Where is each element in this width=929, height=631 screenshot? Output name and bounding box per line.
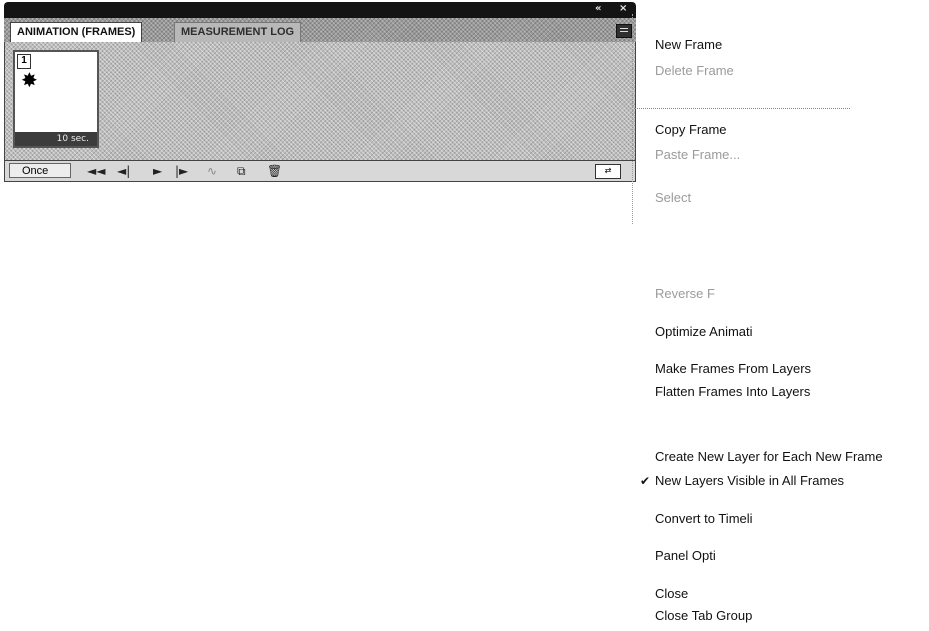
- close-icon[interactable]: ×: [619, 3, 627, 15]
- menu-item-convert-to-timeline[interactable]: Convert to Timeli: [655, 511, 753, 527]
- tab-measurement-log[interactable]: MEASUREMENT LOG: [174, 22, 302, 42]
- menu-item-delete-frame: Delete Frame: [655, 63, 734, 78]
- tab-row: ANIMATION (FRAMES) MEASUREMENT LOG: [4, 18, 636, 42]
- tween-icon[interactable]: ∿: [207, 163, 217, 179]
- first-frame-icon[interactable]: ◄◄: [87, 163, 105, 179]
- menu-item-optimize-animation[interactable]: Optimize Animati: [655, 324, 753, 340]
- menu-item-panel-options[interactable]: Panel Opti: [655, 548, 716, 564]
- menu-item-paste-frame: Paste Frame...: [655, 147, 741, 162]
- collapse-icon[interactable]: «: [595, 3, 601, 15]
- animation-controls: Once ◄◄ ◄| ► |► ∿ ⧉ 🗑 ⇄: [4, 160, 636, 182]
- menu-item-copy-frame[interactable]: Copy Frame: [655, 122, 727, 138]
- frames-area: 1 ✸ 10 sec.: [4, 42, 636, 160]
- panel-titlebar: « ×: [4, 2, 636, 18]
- menu-item-close[interactable]: Close: [655, 586, 688, 602]
- menu-separator: [634, 108, 850, 110]
- menu-item-reverse-frames: Reverse F: [655, 286, 715, 301]
- star-shape-icon: ✸: [21, 68, 38, 92]
- frame-thumbnail[interactable]: 1 ✸ 10 sec.: [13, 50, 99, 148]
- menu-item-flatten-frames-into-layers[interactable]: Flatten Frames Into Layers: [655, 384, 810, 400]
- menu-item-create-new-layer-each-frame[interactable]: Create New Layer for Each New Frame: [655, 449, 883, 465]
- menu-item-select: Select: [655, 190, 692, 205]
- menu-item-new-layers-visible[interactable]: New Layers Visible in All Frames: [655, 473, 844, 489]
- checkmark-icon: ✔: [640, 474, 651, 488]
- animation-panel: « × ANIMATION (FRAMES) MEASUREMENT LOG 1…: [4, 2, 636, 182]
- play-icon[interactable]: ►: [153, 163, 162, 179]
- delete-frame-icon[interactable]: 🗑: [267, 163, 282, 179]
- menu-item-new-frame[interactable]: New Frame: [655, 37, 722, 53]
- menu-edge-divider: [632, 14, 637, 224]
- panel-menu-button[interactable]: [616, 24, 632, 38]
- loop-options-dropdown[interactable]: Once: [9, 163, 71, 178]
- frame-number: 1: [17, 54, 31, 69]
- previous-frame-icon[interactable]: ◄|: [117, 163, 130, 179]
- frame-delay-dropdown[interactable]: 10 sec.: [15, 132, 97, 146]
- tab-animation-frames[interactable]: ANIMATION (FRAMES): [10, 22, 143, 42]
- next-frame-icon[interactable]: |►: [175, 163, 188, 179]
- menu-item-make-frames-from-layers[interactable]: Make Frames From Layers: [655, 361, 811, 377]
- menu-item-close-tab-group[interactable]: Close Tab Group: [655, 608, 752, 624]
- duplicate-frame-icon[interactable]: ⧉: [237, 163, 246, 179]
- convert-to-timeline-icon[interactable]: ⇄: [595, 164, 621, 179]
